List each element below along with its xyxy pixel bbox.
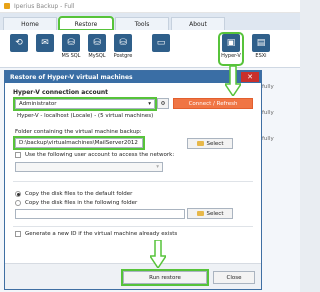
connect-refresh-button[interactable]: Connect / Refresh (173, 98, 253, 109)
chevron-down-icon: ▾ (148, 101, 151, 107)
restore-files-icon: ⟲ (10, 34, 28, 52)
ribbon-restore-exchange[interactable]: ✉ (34, 34, 56, 64)
dialog-footer: Run restore Close (5, 263, 261, 289)
ribbon-postgre[interactable]: ⛁ Postgre (112, 34, 134, 64)
arrow-down-icon (150, 240, 166, 268)
restore-dialog: Restore of Hyper-V virtual machines ✕ Hy… (4, 70, 262, 290)
arrow-down-icon (225, 66, 241, 96)
copy-default-radio[interactable]: Copy the disk files to the default folde… (15, 191, 132, 197)
close-button[interactable]: Close (213, 271, 255, 284)
divider (13, 226, 253, 227)
run-restore-button[interactable]: Run restore (121, 269, 209, 286)
folder-select-button[interactable]: Select (187, 138, 233, 149)
tab-tools[interactable]: Tools (115, 17, 169, 30)
title-bar: Iperius Backup - Full (0, 0, 300, 13)
disk-folder-input[interactable] (15, 209, 185, 219)
ribbon-esxi[interactable]: ▤ ESXi (250, 34, 272, 64)
background-text: fully (262, 136, 274, 142)
ribbon-other[interactable]: ▭ (150, 34, 172, 64)
network-account-select[interactable]: ▾ (15, 162, 163, 172)
ribbon-restore-files[interactable]: ⟲ (8, 34, 30, 64)
account-settings-button[interactable]: ⚙ (157, 98, 169, 109)
mssql-icon: ⛁ (62, 34, 80, 52)
drive-icon: ▭ (152, 34, 170, 52)
radio-button[interactable] (15, 200, 21, 206)
ribbon-mysql[interactable]: ⛁ MySQL (86, 34, 108, 64)
ribbon: ⟲ ✉ ⛁ MS SQL ⛁ MySQL ⛁ Postgre ▭ ▣ Hyper… (0, 30, 300, 68)
chevron-down-icon: ▾ (156, 164, 159, 170)
folder-icon (196, 141, 204, 146)
copy-folder-radio[interactable]: Copy the disk files in the following fol… (15, 200, 137, 206)
connection-section-title: Hyper-V connection account (13, 89, 108, 96)
generate-id-checkbox[interactable]: Generate a new ID if the virtual machine… (15, 231, 177, 237)
folder-icon (196, 211, 204, 216)
exchange-icon: ✉ (36, 34, 54, 52)
checkbox-box[interactable] (15, 152, 21, 158)
app-title: Iperius Backup - Full (14, 2, 75, 10)
background-text: fully (262, 84, 274, 90)
close-icon[interactable]: ✕ (241, 72, 259, 82)
main-tabs: Home Restore Tools About (0, 13, 300, 31)
postgresql-icon: ⛁ (114, 34, 132, 52)
dialog-title: Restore of Hyper-V virtual machines (5, 71, 261, 83)
esxi-icon: ▤ (252, 34, 270, 52)
app-logo-icon (4, 3, 10, 9)
folder-input[interactable]: D:\backup\virtualmachines\MailServer2012 (13, 136, 145, 150)
tab-restore[interactable]: Restore (58, 16, 114, 31)
use-account-checkbox[interactable]: Use the following user account to access… (15, 152, 174, 158)
account-value: Administrator (19, 101, 57, 107)
account-select[interactable]: Administrator ▾ (13, 97, 157, 111)
tab-home[interactable]: Home (3, 17, 57, 30)
hyperv-icon: ▣ (222, 34, 240, 52)
user-settings-icon: ⚙ (160, 100, 166, 107)
connection-info: Hyper-V - localhost (Locale) - (5 virtua… (17, 113, 154, 119)
tab-about[interactable]: About (171, 17, 225, 30)
background-text: fully (262, 110, 274, 116)
ribbon-hyperv[interactable]: ▣ Hyper-V (218, 32, 244, 66)
folder-label: Folder containing the virtual machine ba… (15, 129, 142, 135)
checkbox-box[interactable] (15, 231, 21, 237)
radio-button[interactable] (15, 191, 21, 197)
mysql-icon: ⛁ (88, 34, 106, 52)
ribbon-mssql[interactable]: ⛁ MS SQL (60, 34, 82, 64)
divider (13, 181, 253, 182)
disk-folder-select-button[interactable]: Select (187, 208, 233, 219)
